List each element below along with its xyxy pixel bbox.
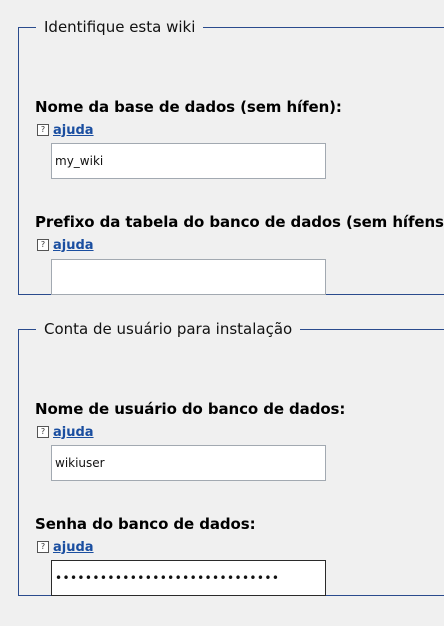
field-label: Nome da base de dados (sem hífen): [35, 98, 342, 116]
field-label: Prefixo da tabela do banco de dados (sem… [35, 213, 444, 231]
help-row: ? ajuda [35, 424, 345, 440]
help-icon[interactable]: ? [37, 541, 49, 553]
database-password-input[interactable] [51, 560, 326, 596]
field-label: Senha do banco de dados: [35, 515, 256, 533]
field-label: Nome de usuário do banco de dados: [35, 400, 346, 418]
database-password-field: Senha do banco de dados: ? ajuda [35, 515, 256, 555]
install-account-section: Conta de usuário para instalação Nome de… [18, 320, 444, 596]
database-username-input[interactable] [51, 445, 326, 481]
help-link[interactable]: ajuda [53, 238, 94, 253]
table-prefix-input[interactable] [51, 259, 326, 295]
help-link[interactable]: ajuda [53, 425, 94, 440]
identify-wiki-section: Identifique esta wiki Nome da base de da… [18, 18, 444, 295]
database-name-input[interactable] [51, 143, 326, 179]
help-icon[interactable]: ? [37, 124, 49, 136]
help-link[interactable]: ajuda [53, 540, 94, 555]
help-row: ? ajuda [35, 122, 342, 138]
installer-page: Identifique esta wiki Nome da base de da… [0, 0, 444, 626]
section-legend: Conta de usuário para instalação [44, 320, 293, 338]
help-row: ? ajuda [35, 237, 444, 253]
database-name-field: Nome da base de dados (sem hífen): ? aju… [35, 98, 342, 138]
table-prefix-field: Prefixo da tabela do banco de dados (sem… [35, 213, 444, 253]
help-row: ? ajuda [35, 539, 255, 555]
help-icon[interactable]: ? [37, 426, 49, 438]
section-legend: Identifique esta wiki [44, 18, 196, 36]
help-icon[interactable]: ? [37, 239, 49, 251]
database-username-field: Nome de usuário do banco de dados: ? aju… [35, 400, 345, 440]
help-link[interactable]: ajuda [53, 123, 94, 138]
